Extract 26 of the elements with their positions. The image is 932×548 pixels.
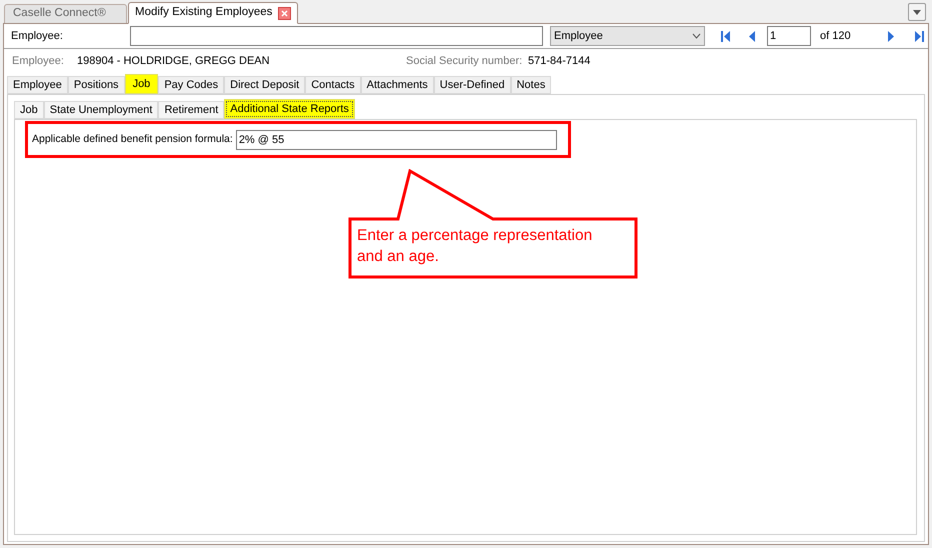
callout-text: Enter a percentage representation and an age. [357,226,594,267]
subtab[interactable]: Job [14,101,44,119]
tab[interactable]: Contacts [305,76,361,94]
tab[interactable]: Attachments [360,76,434,94]
field-label: Social Security number: [406,54,524,69]
field-label: Employee: [12,54,65,69]
subtab[interactable]: Additional State Reports [224,99,355,119]
type-select[interactable]: Employee [550,26,705,46]
tab[interactable]: Positions [68,76,125,94]
tab[interactable]: Pay Codes [158,76,224,94]
tab[interactable]: Employee [7,76,68,94]
app-tab[interactable]: Caselle Connect® [4,4,127,24]
record-count: of 120 [820,28,852,44]
field-label: Applicable defined benefit pension formula: [32,132,233,148]
tab[interactable]: User-Defined [434,76,511,94]
app-tab[interactable]: Modify Existing Employees [128,2,298,24]
subtab[interactable]: State Unemployment [44,101,158,119]
employee-name: 198904 - HOLDRIDGE, GREGG DEAN [77,54,271,69]
tab[interactable]: Job [124,74,158,94]
tab[interactable]: Direct Deposit [224,76,306,94]
subtab[interactable]: Retirement [158,101,224,119]
field-label: Employee: [11,28,64,44]
record-number-field[interactable]: 1 [767,26,811,46]
tab[interactable]: Notes [510,76,552,94]
ssn-value: 571-84-7144 [528,54,590,69]
pension-formula-field[interactable]: 2% @ 55 [236,130,557,150]
